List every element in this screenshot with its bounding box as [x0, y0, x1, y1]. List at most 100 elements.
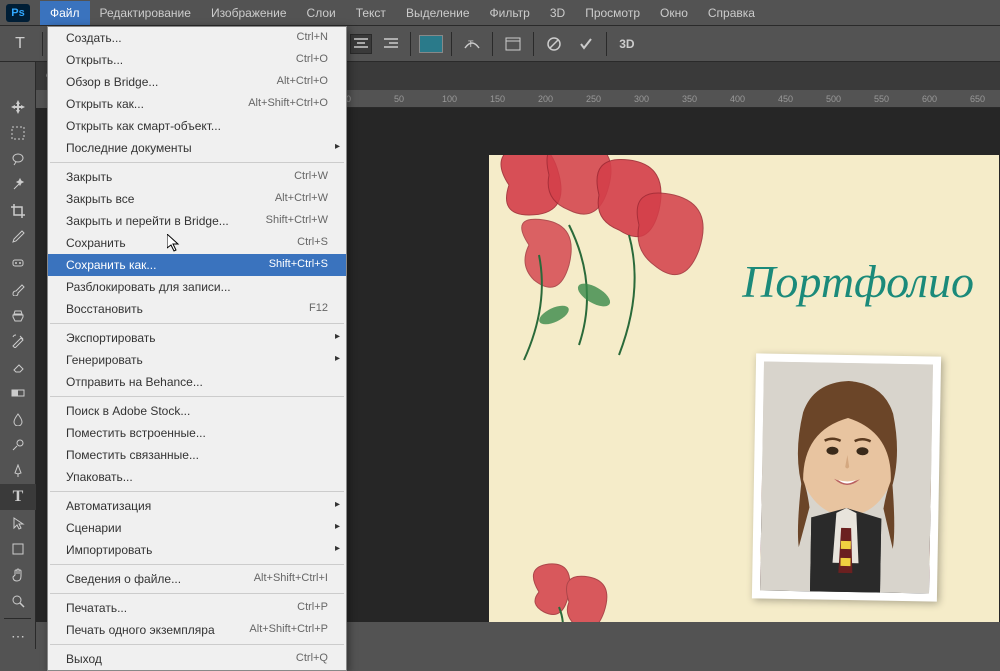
menu-item-shortcut: Alt+Ctrl+W	[275, 192, 328, 206]
portrait-photo	[760, 362, 933, 594]
menu-item[interactable]: Поместить связанные...	[48, 444, 346, 466]
move-tool[interactable]	[0, 94, 36, 120]
file-menu-dropdown: Создать...Ctrl+N Открыть... Ctrl+O Обзор в …	[47, 26, 347, 671]
path-selection-tool[interactable]	[0, 510, 36, 536]
menu-item[interactable]: Печатать...Ctrl+P	[48, 597, 346, 619]
menu-item[interactable]: Сценарии	[48, 517, 346, 539]
healing-brush-tool[interactable]	[0, 250, 36, 276]
menu-изображение[interactable]: Изображение	[201, 1, 297, 25]
align-center-button[interactable]	[350, 34, 372, 54]
menu-текст[interactable]: Текст	[346, 1, 396, 25]
menu-item[interactable]: Автоматизация	[48, 495, 346, 517]
lasso-tool[interactable]	[0, 146, 36, 172]
menu-item-shortcut: Ctrl+O	[296, 53, 328, 67]
menu-item[interactable]: ВыходCtrl+Q	[48, 648, 346, 670]
menu-item[interactable]: Экспортировать	[48, 327, 346, 349]
menu-item[interactable]: Разблокировать для записи...	[48, 276, 346, 298]
menu-item-label: Открыть как смарт-объект...	[66, 119, 221, 133]
ruler-mark: 650	[970, 94, 985, 104]
divider	[492, 32, 493, 56]
menu-item[interactable]: Последние документы	[48, 137, 346, 159]
menu-item[interactable]: Печать одного экземпляраAlt+Shift+Ctrl+P	[48, 619, 346, 641]
menu-item-label: Разблокировать для записи...	[66, 280, 231, 294]
menu-item-label: Печать одного экземпляра	[66, 623, 215, 637]
commit-button[interactable]	[574, 32, 598, 56]
3d-button[interactable]: 3D	[615, 32, 638, 56]
menu-item-shortcut: Ctrl+Q	[296, 652, 328, 666]
menu-item[interactable]: Поиск в Adobe Stock...	[48, 400, 346, 422]
menu-item-label: Сохранить	[66, 236, 126, 250]
brush-tool[interactable]	[0, 276, 36, 302]
menu-item[interactable]: Закрыть и перейти в Bridge...Shift+Ctrl+…	[48, 210, 346, 232]
menu-item[interactable]: Сохранить как...Shift+Ctrl+S	[48, 254, 346, 276]
menu-item-label: Поместить встроенные...	[66, 426, 206, 440]
menu-item-label: Поиск в Adobe Stock...	[66, 404, 190, 418]
menu-item[interactable]: Отправить на Behance...	[48, 371, 346, 393]
tools-panel: T ⋯	[0, 62, 36, 649]
menu-item-label: Поместить связанные...	[66, 448, 199, 462]
type-tool[interactable]: T	[0, 484, 36, 510]
ruler-mark: 250	[586, 94, 601, 104]
marquee-tool[interactable]	[0, 120, 36, 146]
menu-item[interactable]: Сведения о файле... Alt+Shift+Ctrl+I	[48, 568, 346, 590]
align-right-button[interactable]	[380, 34, 402, 54]
crop-tool[interactable]	[0, 198, 36, 224]
menu-item[interactable]: Обзор в Bridge...Alt+Ctrl+O	[48, 71, 346, 93]
menu-item[interactable]: Закрыть всеAlt+Ctrl+W	[48, 188, 346, 210]
shape-tool[interactable]	[0, 536, 36, 562]
menu-item[interactable]: Поместить встроенные...	[48, 422, 346, 444]
divider	[533, 32, 534, 56]
menu-item[interactable]: ЗакрытьCtrl+W	[48, 166, 346, 188]
menu-выделение[interactable]: Выделение	[396, 1, 480, 25]
menu-3d[interactable]: 3D	[540, 1, 575, 25]
menu-item-label: Открыть...	[66, 53, 123, 67]
ruler-mark: 450	[778, 94, 793, 104]
menu-item[interactable]: Создать...Ctrl+N	[48, 27, 346, 49]
menu-item-label: Сведения о файле...	[66, 572, 181, 586]
menu-item[interactable]: Открыть как смарт-объект...	[48, 115, 346, 137]
clone-stamp-tool[interactable]	[0, 302, 36, 328]
menu-редактирование[interactable]: Редактирование	[90, 1, 201, 25]
menu-separator	[50, 323, 344, 324]
menu-слои[interactable]: Слои	[297, 1, 346, 25]
menu-item[interactable]: Открыть как...Alt+Shift+Ctrl+O	[48, 93, 346, 115]
menu-item[interactable]: Упаковать...	[48, 466, 346, 488]
zoom-tool[interactable]	[0, 588, 36, 614]
divider	[4, 618, 31, 619]
magic-wand-tool[interactable]	[0, 172, 36, 198]
menu-separator	[50, 564, 344, 565]
edit-toolbar-button[interactable]: ⋯	[0, 623, 36, 649]
eraser-tool[interactable]	[0, 354, 36, 380]
document-canvas[interactable]: Портфолио	[489, 155, 999, 622]
eyedropper-tool[interactable]	[0, 224, 36, 250]
menu-item-shortcut: Alt+Shift+Ctrl+I	[254, 572, 328, 586]
hand-tool[interactable]	[0, 562, 36, 588]
menu-фильтр[interactable]: Фильтр	[480, 1, 540, 25]
ruler-mark: 500	[826, 94, 841, 104]
gradient-tool[interactable]	[0, 380, 36, 406]
menu-файл[interactable]: Файл	[40, 1, 90, 25]
menu-item-label: Импортировать	[66, 543, 152, 557]
menu-item[interactable]: ВосстановитьF12	[48, 298, 346, 320]
text-color-swatch[interactable]	[419, 35, 443, 53]
history-brush-tool[interactable]	[0, 328, 36, 354]
pen-tool[interactable]	[0, 458, 36, 484]
warp-text-button[interactable]: T	[460, 32, 484, 56]
menu-separator	[50, 396, 344, 397]
menu-item[interactable]: Открыть... Ctrl+O	[48, 49, 346, 71]
menu-справка[interactable]: Справка	[698, 1, 765, 25]
menu-item[interactable]: Генерировать	[48, 349, 346, 371]
blur-tool[interactable]	[0, 406, 36, 432]
menu-окно[interactable]: Окно	[650, 1, 698, 25]
character-panel-button[interactable]	[501, 32, 525, 56]
menu-item[interactable]: СохранитьCtrl+S	[48, 232, 346, 254]
menu-item-label: Сохранить как...	[66, 258, 156, 272]
menu-item[interactable]: Импортировать	[48, 539, 346, 561]
dodge-tool[interactable]	[0, 432, 36, 458]
svg-text:T: T	[468, 39, 474, 49]
cancel-button[interactable]	[542, 32, 566, 56]
menu-просмотр[interactable]: Просмотр	[575, 1, 650, 25]
menu-separator	[50, 644, 344, 645]
menu-item-label: Автоматизация	[66, 499, 151, 513]
menu-item-shortcut: Ctrl+P	[297, 601, 328, 615]
